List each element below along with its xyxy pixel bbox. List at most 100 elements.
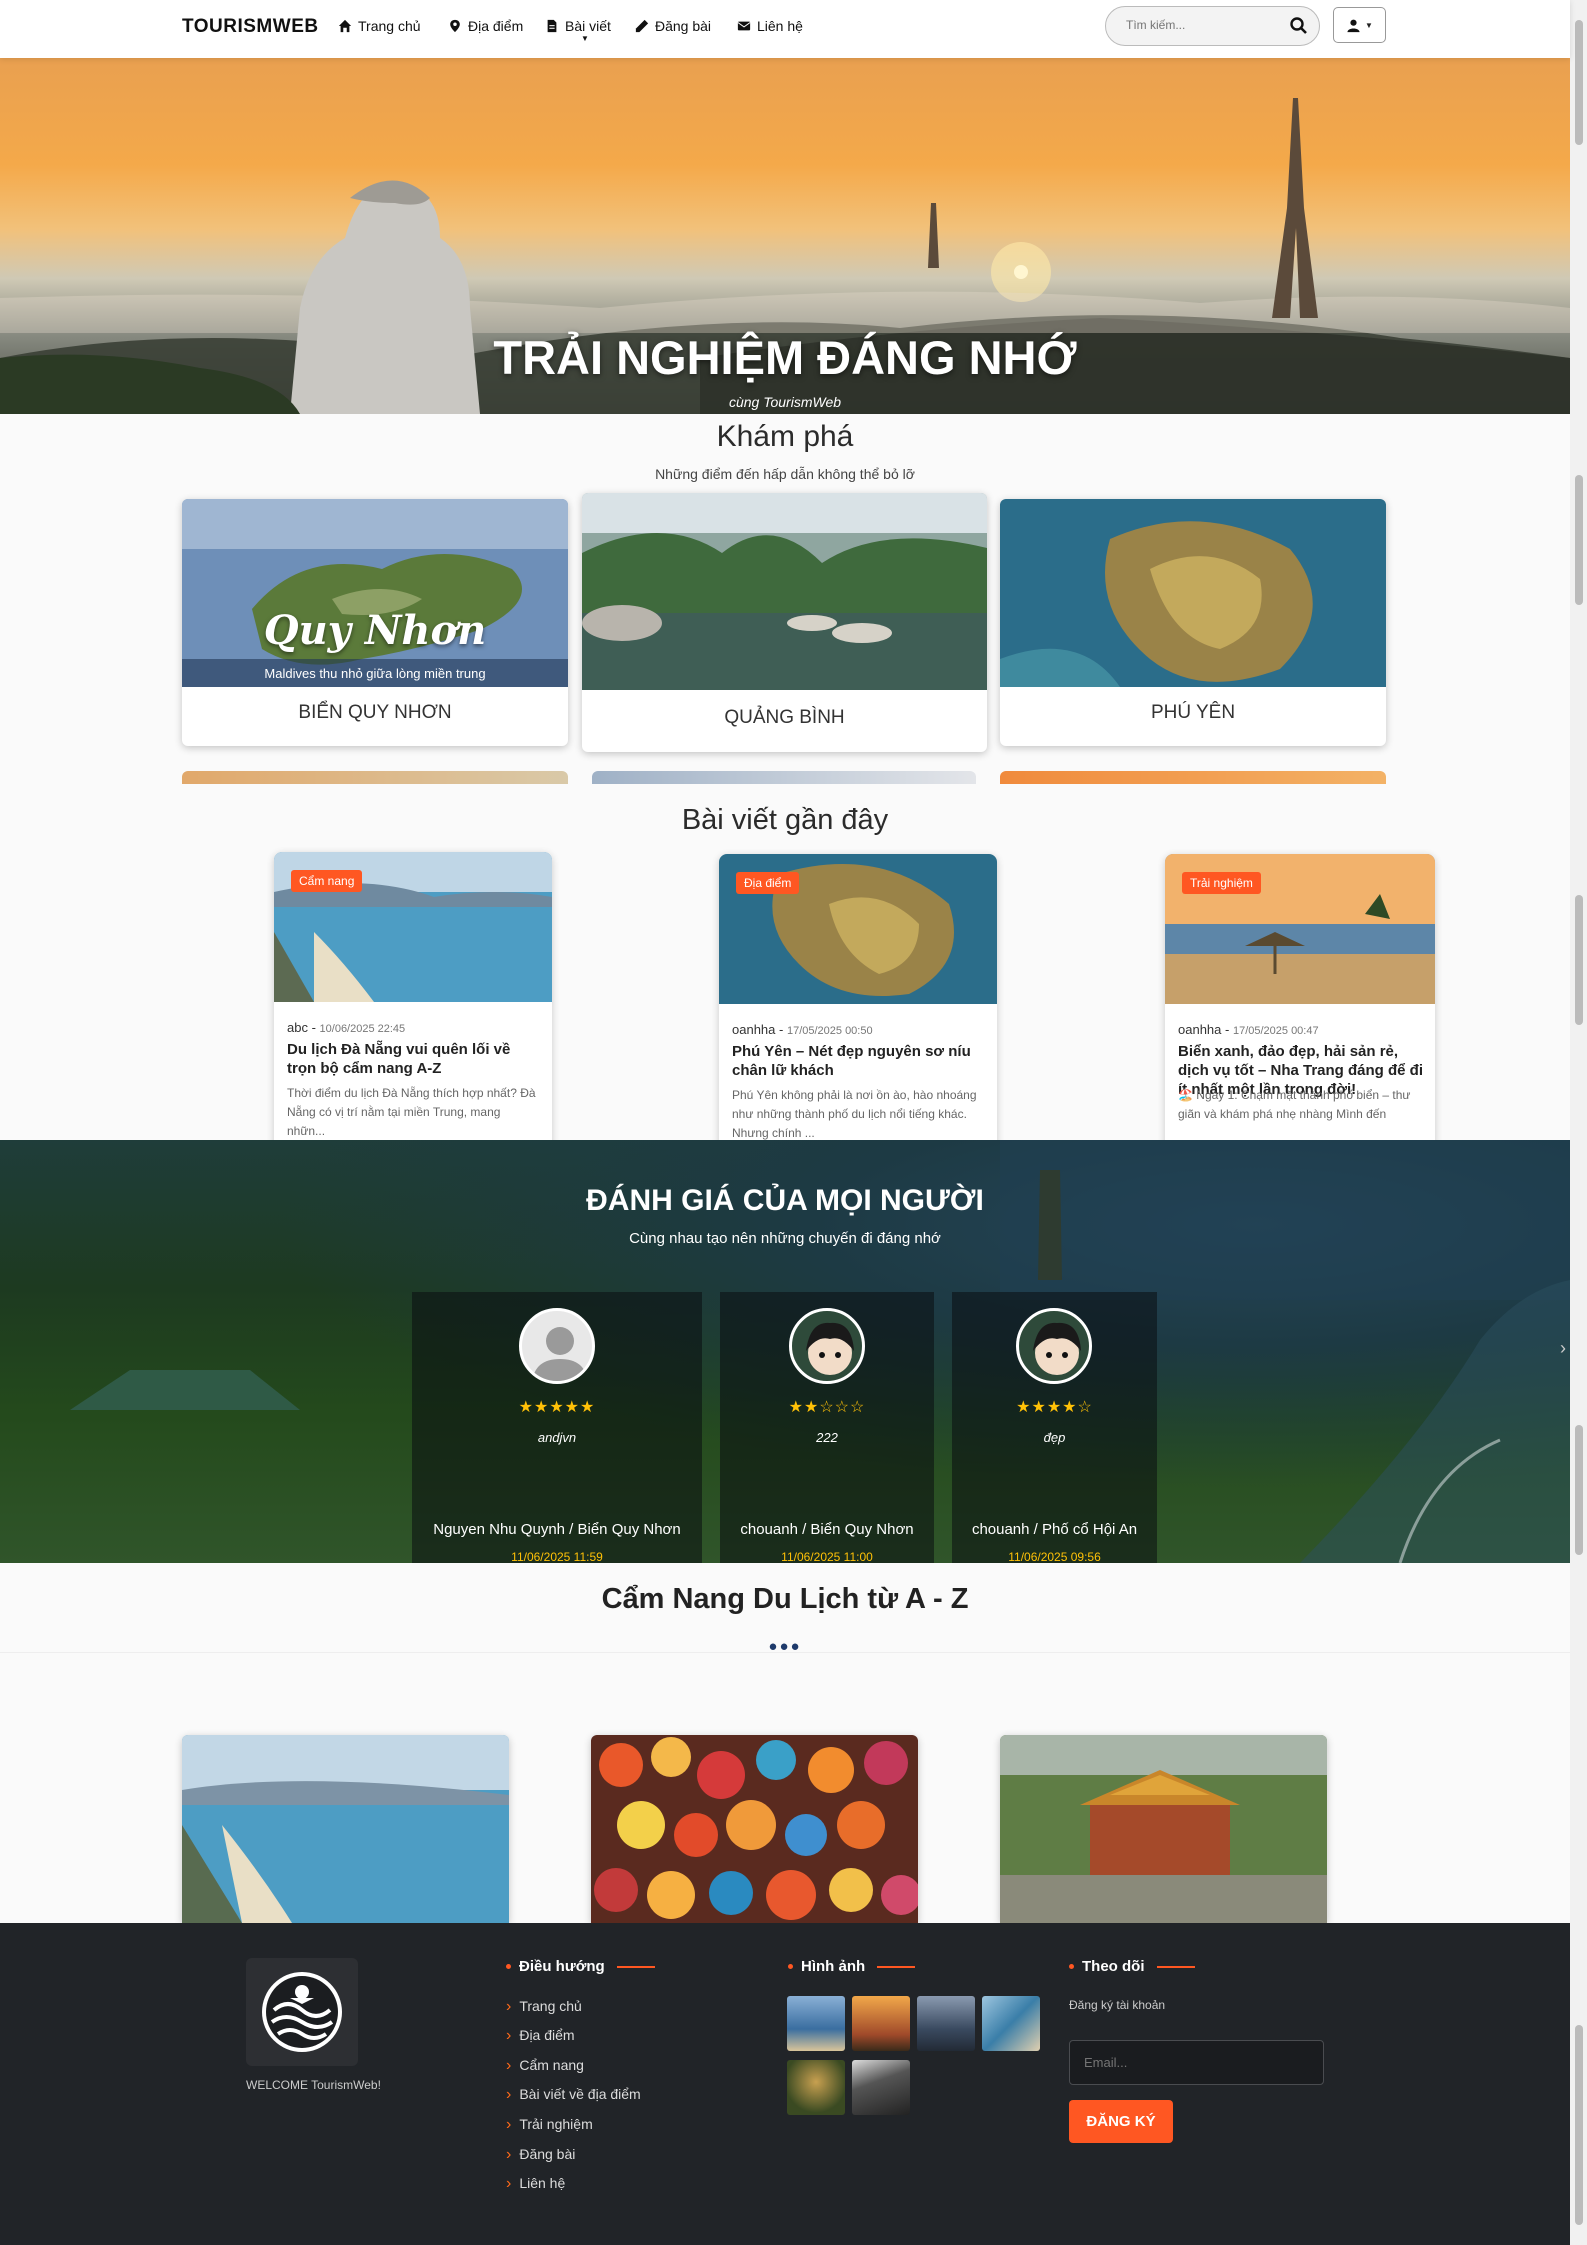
guide-title: Cẩm Nang Du Lịch từ A - Z bbox=[601, 1583, 969, 1615]
email-input[interactable] bbox=[1069, 2040, 1324, 2085]
guide-image bbox=[591, 1735, 918, 1923]
review-card[interactable]: ★★★★☆ đẹp chouanh / Phố cổ Hội An 11/06/… bbox=[952, 1292, 1157, 1563]
footer-link[interactable]: Trang chủ bbox=[506, 1998, 582, 2016]
post-category-badge[interactable]: Cẩm nang bbox=[291, 870, 363, 892]
site-footer: WELCOME TourismWeb! Điều hướng Trang chủ… bbox=[0, 1923, 1570, 2245]
scroll-thumb bbox=[1575, 895, 1583, 1025]
gallery-thumbnail[interactable] bbox=[982, 1996, 1040, 2051]
gallery-thumbnail[interactable] bbox=[852, 1996, 910, 2051]
destination-card-partial[interactable] bbox=[182, 771, 568, 784]
post-title[interactable]: Du lịch Đà Nẵng vui quên lối về trọn bộ … bbox=[287, 1040, 537, 1078]
post-author[interactable]: oanhha bbox=[732, 1022, 775, 1037]
card-image bbox=[182, 499, 568, 687]
post-date: 17/05/2025 00:47 bbox=[1232, 1025, 1319, 1037]
bullet-icon bbox=[1069, 1964, 1074, 1969]
page-scrollbar[interactable] bbox=[1570, 0, 1587, 2245]
gallery-thumbnail[interactable] bbox=[787, 2060, 845, 2115]
review-card[interactable]: ★★☆☆☆ 222 chouanh / Biển Quy Nhơn 11/06/… bbox=[720, 1292, 934, 1563]
review-date: 11/06/2025 11:00 bbox=[781, 1550, 873, 1563]
explore-subtitle: Những điểm đến hấp dẫn không thể bỏ lỡ bbox=[655, 466, 915, 482]
footer-images-heading: Hình ảnh bbox=[788, 1958, 916, 1975]
review-text: đẹp bbox=[1043, 1430, 1066, 1445]
nav-item-posts-dropdown[interactable]: Bài viết ▼ bbox=[545, 18, 611, 43]
nav-item-contact[interactable]: Liên hệ bbox=[737, 18, 803, 34]
anime-avatar-icon bbox=[1033, 1322, 1081, 1375]
card-caption: PHÚ YÊN bbox=[1150, 702, 1236, 723]
reviews-subtitle: Cùng nhau tạo nên những chuyến đi đáng n… bbox=[629, 1230, 941, 1247]
footer-link[interactable]: Địa điểm bbox=[506, 2027, 574, 2045]
footer-link[interactable]: Đăng bài bbox=[506, 2146, 575, 2164]
post-author[interactable]: abc bbox=[287, 1020, 308, 1035]
destination-card-partial[interactable] bbox=[1000, 771, 1386, 784]
footer-heading-label: Hình ảnh bbox=[801, 1958, 866, 1975]
post-card[interactable]: Trải nghiệm oanhha - 17/05/2025 00:47 Bi… bbox=[1165, 854, 1435, 1154]
card-overlay-title: Quy Nhơn bbox=[263, 607, 487, 654]
footer-heading-label: Điều hướng bbox=[519, 1958, 605, 1975]
gallery-thumbnail[interactable] bbox=[787, 1996, 845, 2051]
rating-stars: ★★★★☆ bbox=[1016, 1399, 1093, 1416]
nav-item-home[interactable]: Trang chủ bbox=[338, 18, 421, 34]
reviews-section: ĐÁNH GIÁ CỦA MỌI NGƯỜI Cùng nhau tạo nên… bbox=[0, 1140, 1570, 1563]
user-icon bbox=[1347, 19, 1360, 32]
gallery-thumbnail[interactable] bbox=[852, 2060, 910, 2115]
nav-item-create-post[interactable]: Đăng bài bbox=[635, 18, 711, 34]
wave-logo-icon bbox=[262, 1972, 342, 2052]
scroll-thumb[interactable] bbox=[1575, 20, 1583, 145]
gallery-thumbnail[interactable] bbox=[917, 1996, 975, 2051]
brand-logo[interactable]: TOURISMWEB bbox=[182, 16, 319, 38]
post-excerpt: 🏖️ Ngày 1: Chạm mặt thành phố biển – thư… bbox=[1178, 1088, 1411, 1121]
nav-label: Địa điểm bbox=[468, 18, 524, 34]
post-meta: abc - 10/06/2025 22:45 bbox=[287, 1020, 406, 1035]
nav-label: Liên hệ bbox=[757, 18, 803, 34]
scroll-thumb bbox=[1575, 475, 1583, 605]
footer-link[interactable]: Trải nghiệm bbox=[506, 2116, 592, 2134]
destination-card-partial[interactable] bbox=[592, 771, 976, 784]
post-category-badge[interactable]: Địa điểm bbox=[736, 872, 800, 894]
scroll-thumb bbox=[1575, 2025, 1583, 2225]
heading-underline bbox=[616, 1965, 655, 1968]
reviews-title: ĐÁNH GIÁ CỦA MỌI NGƯỜI bbox=[586, 1184, 984, 1217]
destination-card[interactable]: Quy Nhơn Maldives thu nhỏ giữa lòng miền… bbox=[182, 499, 568, 746]
map-marker-icon bbox=[450, 19, 460, 33]
review-text: andjvn bbox=[537, 1430, 577, 1445]
post-excerpt: Phú Yên không phải là nơi ồn ào, hào nho… bbox=[732, 1088, 977, 1140]
destination-card[interactable]: PHÚ YÊN bbox=[1000, 499, 1386, 746]
signup-button[interactable]: ĐĂNG KÝ bbox=[1069, 2100, 1173, 2143]
guide-card[interactable] bbox=[182, 1735, 509, 1923]
footer-welcome: WELCOME TourismWeb! bbox=[246, 2078, 381, 2092]
guide-card[interactable] bbox=[591, 1735, 918, 1923]
avatar bbox=[789, 1308, 865, 1384]
post-title[interactable]: Phú Yên – Nét đẹp nguyên sơ níu chân lữ … bbox=[732, 1042, 982, 1080]
post-author[interactable]: oanhha bbox=[1178, 1022, 1221, 1037]
post-meta: oanhha - 17/05/2025 00:47 bbox=[1178, 1022, 1319, 1037]
post-date: 10/06/2025 22:45 bbox=[319, 1023, 406, 1035]
card-image bbox=[1000, 499, 1386, 687]
anime-avatar-icon bbox=[806, 1322, 854, 1375]
nav-label: Trang chủ bbox=[358, 18, 421, 34]
nav-label: Đăng bài bbox=[655, 18, 712, 34]
search-box bbox=[1105, 6, 1320, 46]
footer-logo[interactable] bbox=[246, 1958, 358, 2066]
guide-card[interactable] bbox=[1000, 1735, 1327, 1923]
carousel-next-icon[interactable]: › bbox=[1560, 1338, 1566, 1359]
search-icon[interactable] bbox=[1289, 16, 1309, 36]
review-date: 11/06/2025 11:59 bbox=[511, 1550, 603, 1563]
search-input[interactable] bbox=[1126, 18, 1276, 32]
card-caption: BIỂN QUY NHƠN bbox=[298, 702, 452, 723]
reviewer-name: chouanh / Biển Quy Nhơn bbox=[740, 1521, 914, 1538]
post-category-badge[interactable]: Trải nghiệm bbox=[1182, 872, 1261, 894]
rating-stars: ★★★★★ bbox=[518, 1399, 596, 1416]
post-card[interactable]: Cẩm nang abc - 10/06/2025 22:45 Du lịch … bbox=[274, 852, 552, 1152]
user-menu-button[interactable]: ▼ bbox=[1333, 7, 1386, 43]
destination-card[interactable]: QUẢNG BÌNH bbox=[582, 493, 987, 752]
review-card[interactable]: ★★★★★ andjvn Nguyen Nhu Quynh / Biển Quy… bbox=[412, 1292, 702, 1563]
reviewer-name: chouanh / Phố cổ Hội An bbox=[971, 1521, 1138, 1538]
post-meta: oanhha - 17/05/2025 00:50 bbox=[732, 1022, 873, 1037]
footer-link[interactable]: Cẩm nang bbox=[506, 2057, 584, 2075]
default-user-icon bbox=[532, 1327, 588, 1381]
footer-follow-heading: Theo dõi bbox=[1069, 1958, 1195, 1975]
post-card[interactable]: Địa điểm oanhha - 17/05/2025 00:50 Phú Y… bbox=[719, 854, 997, 1154]
footer-link[interactable]: Liên hệ bbox=[506, 2175, 565, 2193]
footer-link[interactable]: Bài viết về địa điểm bbox=[506, 2086, 640, 2104]
nav-item-places[interactable]: Địa điểm bbox=[448, 18, 523, 34]
